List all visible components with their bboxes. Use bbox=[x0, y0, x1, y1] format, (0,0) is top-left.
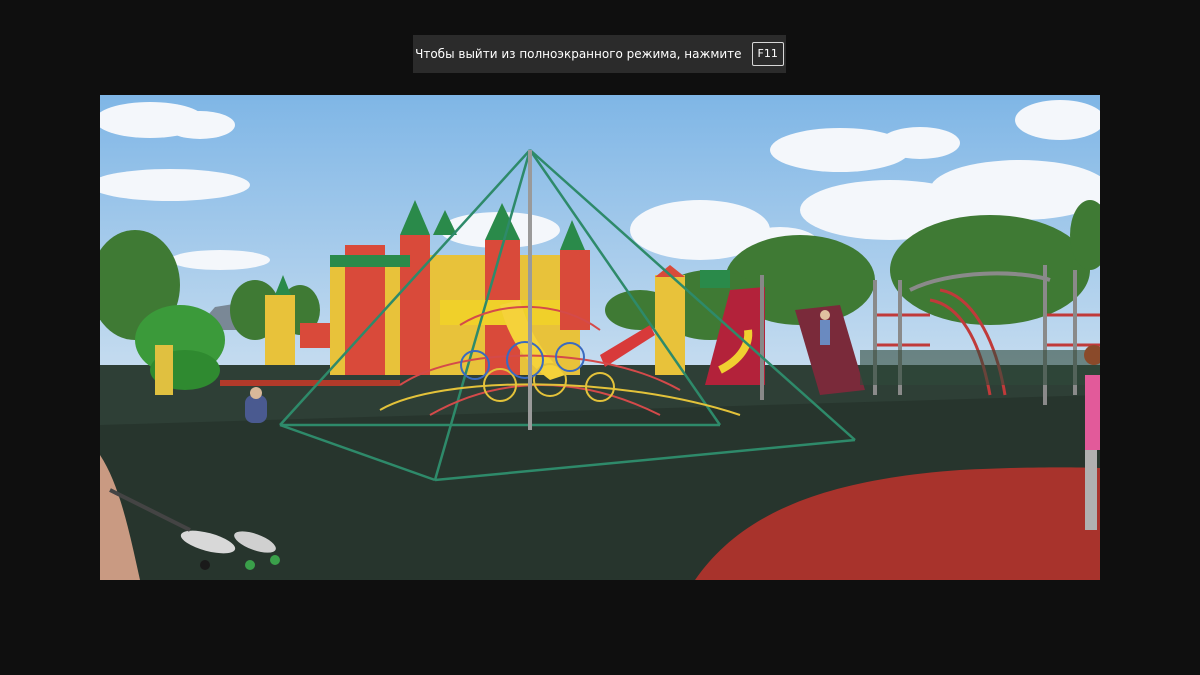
playground-photo bbox=[100, 95, 1100, 580]
fullscreen-photo[interactable] bbox=[100, 95, 1100, 580]
fence bbox=[860, 350, 1100, 385]
fullscreen-viewport: Чтобы выйти из полноэкранного режима, на… bbox=[0, 0, 1200, 675]
pyramid-mast bbox=[528, 150, 532, 430]
fullscreen-exit-notice: Чтобы выйти из полноэкранного режима, на… bbox=[413, 35, 786, 73]
f11-key-badge: F11 bbox=[751, 42, 784, 66]
fullscreen-notice-text: Чтобы выйти из полноэкранного режима, на… bbox=[415, 47, 742, 61]
